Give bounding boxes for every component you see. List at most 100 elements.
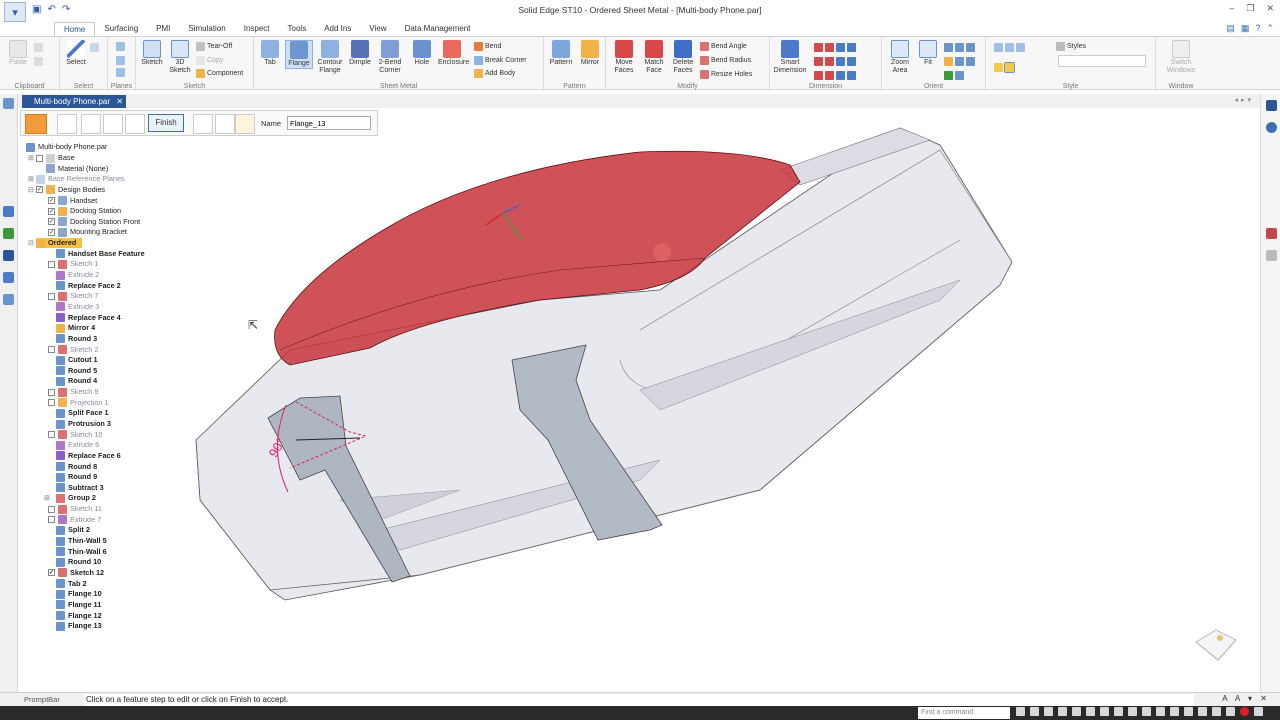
dimple-button[interactable]: Dimple: [346, 40, 374, 67]
tab-simulation[interactable]: Simulation: [179, 22, 234, 36]
tree-item[interactable]: Round 8: [56, 462, 97, 472]
select-tools-icon[interactable]: [90, 43, 99, 52]
tree-item[interactable]: Sketch 2: [48, 345, 98, 355]
tree-item[interactable]: ✓ Docking Station Front: [48, 217, 140, 227]
visibility-checkbox[interactable]: ✓: [48, 207, 55, 215]
visibility-checkbox[interactable]: ✓: [48, 197, 55, 205]
tree-item[interactable]: Round 9: [56, 472, 97, 482]
tree-item[interactable]: ✓ Handset: [48, 196, 97, 206]
tree-item[interactable]: Protrusion 3: [56, 419, 111, 429]
plane-icon[interactable]: [116, 56, 125, 65]
select-button[interactable]: Select: [62, 40, 90, 67]
visibility-checkbox[interactable]: [48, 346, 55, 354]
tab-data-management[interactable]: Data Management: [396, 22, 480, 36]
visibility-checkbox[interactable]: [48, 388, 55, 396]
model-view[interactable]: 90°: [180, 110, 1258, 690]
flange-button[interactable]: Flange: [285, 40, 313, 69]
view-tool-icon[interactable]: [1142, 707, 1151, 716]
styles-button[interactable]: Styles: [1056, 42, 1086, 51]
add-body-button[interactable]: Add Body: [474, 69, 515, 78]
dimension-tool-icon[interactable]: [814, 57, 856, 66]
visibility-checkbox[interactable]: [48, 260, 55, 268]
layers-icon[interactable]: [3, 228, 14, 239]
tab-pmi[interactable]: PMI: [147, 22, 179, 36]
visibility-checkbox[interactable]: [36, 154, 43, 162]
visibility-checkbox[interactable]: ✓: [48, 228, 55, 236]
tree-item[interactable]: Round 3: [56, 334, 97, 344]
tree-item[interactable]: Mirror 4: [56, 323, 95, 333]
resize-holes-button[interactable]: Resize Holes: [700, 70, 752, 79]
tab-inspect[interactable]: Inspect: [235, 22, 279, 36]
record-icon[interactable]: [1240, 707, 1249, 716]
tree-item[interactable]: Group 2: [56, 493, 96, 503]
tree-item[interactable]: Replace Face 4: [56, 313, 121, 323]
hole-button[interactable]: Hole: [408, 40, 436, 67]
tab-surfacing[interactable]: Surfacing: [95, 22, 147, 36]
minimize-ribbon-icon[interactable]: ⌃: [1266, 23, 1274, 34]
tree-item[interactable]: ✓ Design Bodies: [36, 185, 105, 195]
step-icon[interactable]: [103, 114, 123, 134]
tree-item[interactable]: Round 4: [56, 376, 97, 386]
tree-item[interactable]: Sketch 7: [48, 291, 98, 301]
view-tool-icon[interactable]: [1184, 707, 1193, 716]
copy-button[interactable]: Copy: [196, 56, 223, 65]
view-tool-icon[interactable]: [1016, 707, 1025, 716]
tab-tools[interactable]: Tools: [279, 22, 316, 36]
visibility-checkbox[interactable]: [48, 505, 55, 513]
tree-item[interactable]: Extrude 6: [56, 440, 99, 450]
family-icon[interactable]: [3, 250, 14, 261]
visibility-checkbox[interactable]: [48, 292, 55, 300]
tab-home[interactable]: Home: [54, 22, 96, 36]
view-tool-icon[interactable]: [1128, 707, 1137, 716]
view-tool-icon[interactable]: [1198, 707, 1207, 716]
move-faces-button[interactable]: Move Faces: [610, 40, 638, 75]
close-icon[interactable]: ✕: [1266, 3, 1274, 14]
tree-item[interactable]: Flange 11: [56, 600, 101, 610]
tree-item[interactable]: Base Reference Planes: [36, 174, 125, 184]
view-tool-icon[interactable]: [1044, 707, 1053, 716]
plane-icon[interactable]: [116, 68, 125, 77]
expand-icon[interactable]: ⊞: [28, 175, 34, 183]
step-icon[interactable]: [57, 114, 77, 134]
pattern-button[interactable]: Pattern: [547, 40, 575, 67]
break-corner-button[interactable]: Break Corner: [474, 56, 527, 65]
bend-radius-button[interactable]: Bend Radius: [700, 56, 751, 65]
view-tool-icon[interactable]: [944, 57, 975, 66]
tree-item[interactable]: Flange 12: [56, 611, 102, 621]
view-style-icon[interactable]: [994, 43, 1025, 52]
cut-icon[interactable]: [34, 43, 43, 52]
switch-windows-button[interactable]: Switch Windows: [1160, 40, 1202, 75]
layout-icon[interactable]: ▤: [1226, 23, 1235, 34]
tree-item[interactable]: ✓ Docking Station: [48, 206, 121, 216]
visibility-checkbox[interactable]: ✓: [48, 218, 55, 226]
view-tool-icon[interactable]: [1030, 707, 1039, 716]
pathfinder-icon[interactable]: [3, 206, 14, 217]
tree-item[interactable]: Flange 13: [56, 621, 102, 631]
view-cube-icon[interactable]: [1190, 620, 1242, 668]
tree-item[interactable]: ✓ Mounting Bracket: [48, 227, 127, 237]
contour-flange-button[interactable]: Contour Flange: [316, 40, 344, 75]
promptbar-label[interactable]: PromptBar: [24, 695, 60, 704]
fit-button[interactable]: Fit: [914, 40, 942, 67]
tree-item[interactable]: Flange 10: [56, 589, 102, 599]
store-icon[interactable]: [1266, 228, 1277, 239]
view-tool-icon[interactable]: [944, 43, 975, 52]
tree-item[interactable]: Material (None): [46, 164, 108, 174]
step-icon[interactable]: [81, 114, 101, 134]
tree-item[interactable]: Thin-Wall 5: [56, 536, 107, 546]
smart-dimension-button[interactable]: Smart Dimension: [772, 40, 808, 75]
view-tool-icon[interactable]: [1254, 707, 1263, 716]
dimension-tool-icon[interactable]: [814, 43, 856, 52]
options-icon[interactable]: ▦: [1241, 23, 1250, 34]
tree-item[interactable]: Split Face 1: [56, 408, 109, 418]
view-tool-icon[interactable]: [1100, 707, 1109, 716]
tree-item[interactable]: Extrude 3: [56, 302, 99, 312]
visibility-checkbox[interactable]: ✓: [36, 186, 43, 194]
tree-item[interactable]: Subtract 3: [56, 483, 104, 493]
component-button[interactable]: Component: [196, 69, 243, 78]
tree-item[interactable]: Sketch 11: [48, 504, 102, 514]
tree-item[interactable]: Extrude 7: [48, 515, 101, 525]
finish-button[interactable]: Finish: [148, 114, 184, 132]
tree-root[interactable]: Multi-body Phone.par: [26, 142, 107, 152]
help-icon[interactable]: [1266, 122, 1277, 133]
